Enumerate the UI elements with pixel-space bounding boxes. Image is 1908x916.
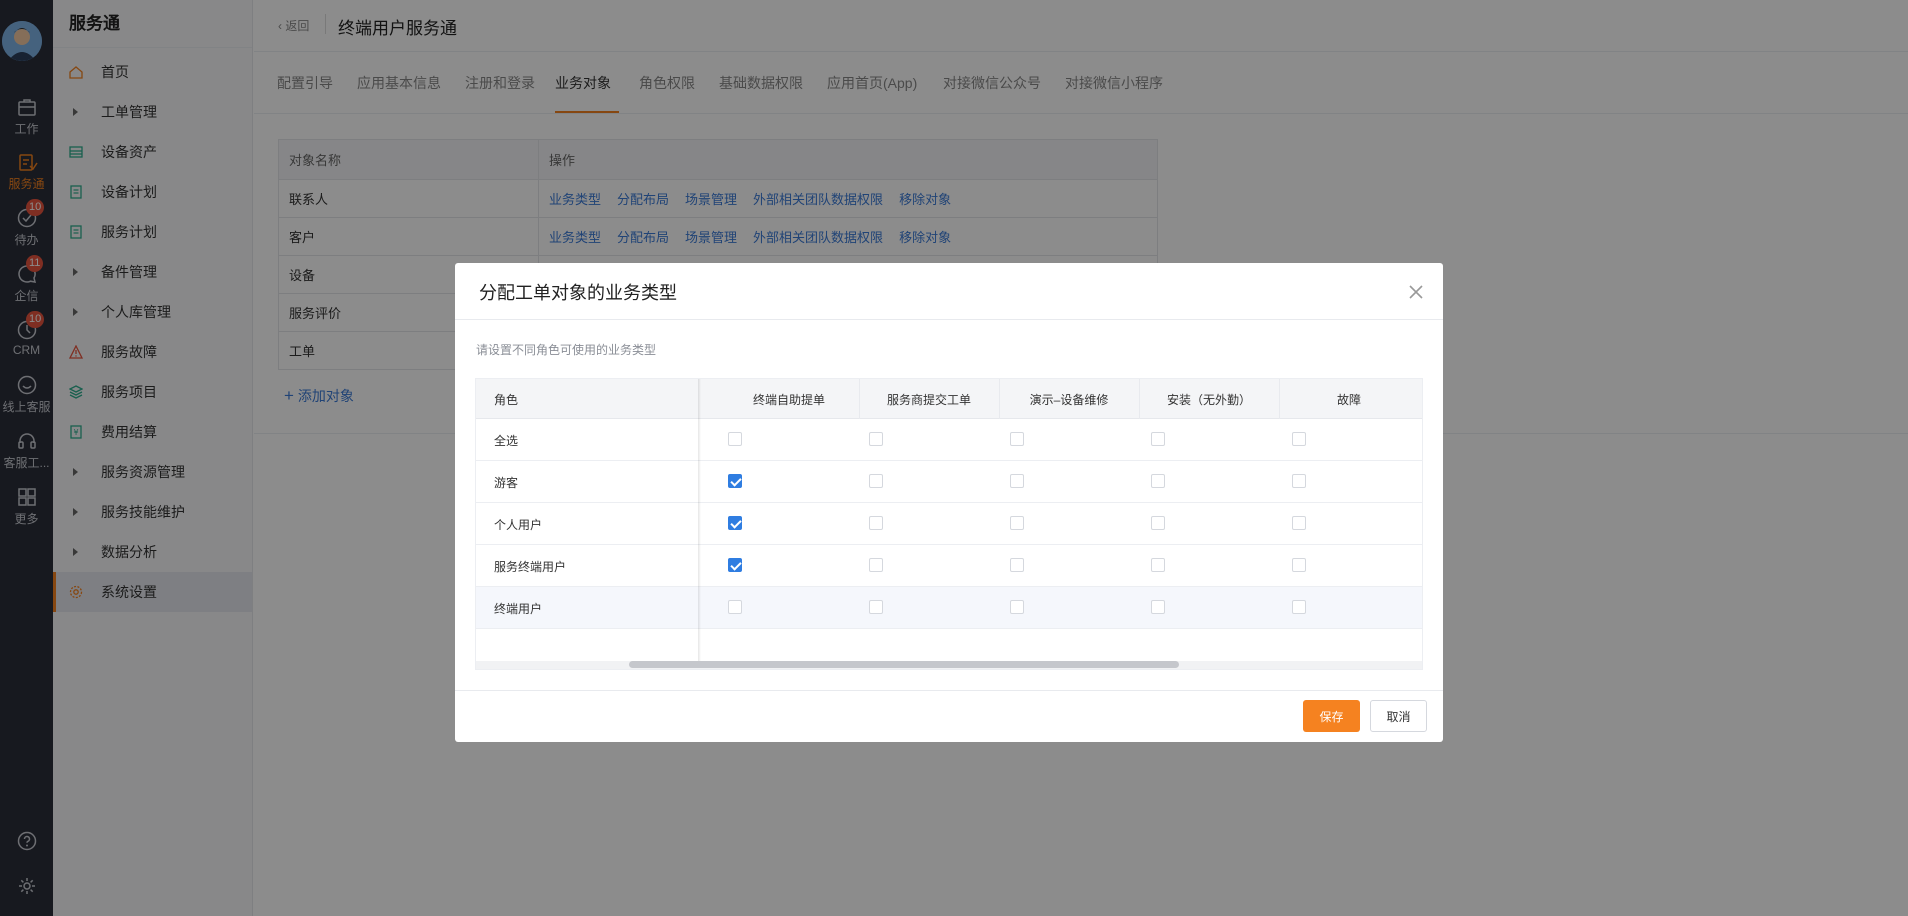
column-header: 安装（无外勤） xyxy=(1166,393,1251,407)
role-name: 全选 xyxy=(494,434,519,448)
save-button[interactable]: 保存 xyxy=(1303,700,1360,732)
type-checkbox[interactable] xyxy=(869,558,883,572)
type-checkbox[interactable] xyxy=(869,432,883,446)
role-name: 游客 xyxy=(494,476,519,490)
type-checkbox[interactable] xyxy=(1151,516,1165,530)
type-checkbox[interactable] xyxy=(1151,558,1165,572)
role-name: 服务终端用户 xyxy=(494,560,567,574)
type-checkbox[interactable] xyxy=(1151,474,1165,488)
grid-header-row: 角色 终端自助提单 服务商提交工单 演示–设备维修 安装（无外勤） 故障 xyxy=(476,379,1422,419)
role-row-personal-user: 个人用户 xyxy=(476,503,1422,545)
column-header: 演示–设备维修 xyxy=(1029,393,1109,407)
type-checkbox[interactable] xyxy=(1292,474,1306,488)
type-checkbox[interactable] xyxy=(869,474,883,488)
modal-footer xyxy=(455,690,1443,742)
column-header: 故障 xyxy=(1336,393,1361,407)
type-checkbox[interactable] xyxy=(1010,558,1024,572)
type-checkbox[interactable] xyxy=(728,516,742,530)
role-row-guest: 游客 xyxy=(476,461,1422,503)
modal-description: 请设置不同角色可使用的业务类型 xyxy=(476,343,657,357)
column-header: 服务商提交工单 xyxy=(886,393,971,407)
type-checkbox[interactable] xyxy=(1010,516,1024,530)
type-checkbox[interactable] xyxy=(1010,474,1024,488)
type-checkbox[interactable] xyxy=(728,432,742,446)
role-name: 终端用户 xyxy=(494,602,543,616)
fixed-column-shadow xyxy=(698,379,701,669)
role-type-grid: 角色 终端自助提单 服务商提交工单 演示–设备维修 安装（无外勤） 故障 全选 … xyxy=(475,378,1423,670)
role-name: 个人用户 xyxy=(494,518,543,532)
assign-business-type-dialog: 分配工单对象的业务类型 请设置不同角色可使用的业务类型 角色 终端自助提单 服务… xyxy=(455,263,1443,742)
type-checkbox[interactable] xyxy=(1292,432,1306,446)
type-checkbox[interactable] xyxy=(1010,600,1024,614)
type-checkbox[interactable] xyxy=(1292,558,1306,572)
cancel-button[interactable]: 取消 xyxy=(1370,700,1427,732)
type-checkbox[interactable] xyxy=(728,600,742,614)
type-checkbox[interactable] xyxy=(869,516,883,530)
role-row-service-terminal-user: 服务终端用户 xyxy=(476,545,1422,587)
type-checkbox[interactable] xyxy=(1292,516,1306,530)
column-header: 终端自助提单 xyxy=(752,393,825,407)
type-checkbox[interactable] xyxy=(728,474,742,488)
type-checkbox[interactable] xyxy=(1010,432,1024,446)
role-row-terminal-user: 终端用户 xyxy=(476,587,1422,629)
type-checkbox[interactable] xyxy=(869,600,883,614)
type-checkbox[interactable] xyxy=(1151,600,1165,614)
role-column-header: 角色 xyxy=(494,393,519,407)
scrollbar-thumb[interactable] xyxy=(629,661,1179,668)
modal-title: 分配工单对象的业务类型 xyxy=(479,283,677,303)
type-checkbox[interactable] xyxy=(728,558,742,572)
type-checkbox[interactable] xyxy=(1292,600,1306,614)
role-row-select-all: 全选 xyxy=(476,419,1422,461)
modal-header: 分配工单对象的业务类型 xyxy=(455,263,1443,320)
type-checkbox[interactable] xyxy=(1151,432,1165,446)
close-icon[interactable] xyxy=(1405,281,1427,303)
